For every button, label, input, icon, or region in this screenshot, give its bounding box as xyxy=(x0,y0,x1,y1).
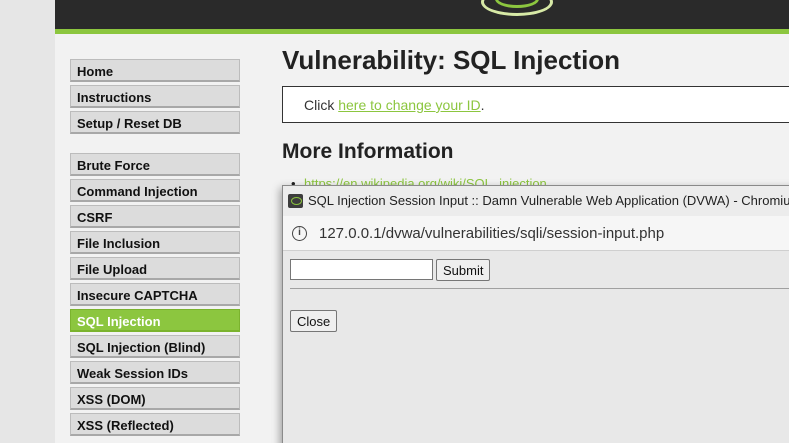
sidebar-item-instructions[interactable]: Instructions xyxy=(70,85,240,108)
close-button[interactable]: Close xyxy=(290,310,338,332)
dvwa-favicon-icon xyxy=(288,194,303,208)
click-suffix: . xyxy=(480,97,485,113)
sidebar-item-setup-reset-db[interactable]: Setup / Reset DB xyxy=(70,111,240,134)
sidebar-menu: Home Instructions Setup / Reset DB Brute… xyxy=(70,59,240,439)
popup-window-title: SQL Injection Session Input :: Damn Vuln… xyxy=(308,193,789,208)
info-icon[interactable]: i xyxy=(292,226,307,241)
sidebar-item-xss-reflected[interactable]: XSS (Reflected) xyxy=(70,413,240,436)
sidebar-item-insecure-captcha[interactable]: Insecure CAPTCHA xyxy=(70,283,240,306)
sidebar-item-file-upload[interactable]: File Upload xyxy=(70,257,240,280)
change-id-box: Click here to change your ID. xyxy=(282,86,789,123)
more-info-heading: More Information xyxy=(282,140,454,163)
popup-body: Submit Close xyxy=(283,252,789,443)
header-accent-bar xyxy=(55,29,789,34)
header xyxy=(55,0,789,29)
popup-address-bar[interactable]: i 127.0.0.1/dvwa/vulnerabilities/sqli/se… xyxy=(283,216,789,251)
sidebar-item-command-injection[interactable]: Command Injection xyxy=(70,179,240,202)
click-prefix: Click xyxy=(304,97,339,113)
sidebar-item-weak-session-ids[interactable]: Weak Session IDs xyxy=(70,361,240,384)
submit-button[interactable]: Submit xyxy=(436,259,491,281)
divider xyxy=(290,288,789,289)
sidebar-item-home[interactable]: Home xyxy=(70,59,240,82)
sidebar-item-xss-dom[interactable]: XSS (DOM) xyxy=(70,387,240,410)
sidebar-item-file-inclusion[interactable]: File Inclusion xyxy=(70,231,240,254)
sidebar-item-csrf[interactable]: CSRF xyxy=(70,205,240,228)
sidebar-item-sql-injection[interactable]: SQL Injection xyxy=(70,309,240,332)
popup-url-text: 127.0.0.1/dvwa/vulnerabilities/sqli/sess… xyxy=(319,225,665,242)
sidebar-item-sql-injection-blind[interactable]: SQL Injection (Blind) xyxy=(70,335,240,358)
popup-title-bar[interactable]: SQL Injection Session Input :: Damn Vuln… xyxy=(283,186,789,216)
sidebar-item-brute-force[interactable]: Brute Force xyxy=(70,153,240,176)
session-id-input[interactable] xyxy=(290,259,433,280)
page-title: Vulnerability: SQL Injection xyxy=(282,45,621,75)
change-id-link[interactable]: here to change your ID xyxy=(338,97,480,113)
session-input-popup-window: SQL Injection Session Input :: Damn Vuln… xyxy=(282,185,789,443)
